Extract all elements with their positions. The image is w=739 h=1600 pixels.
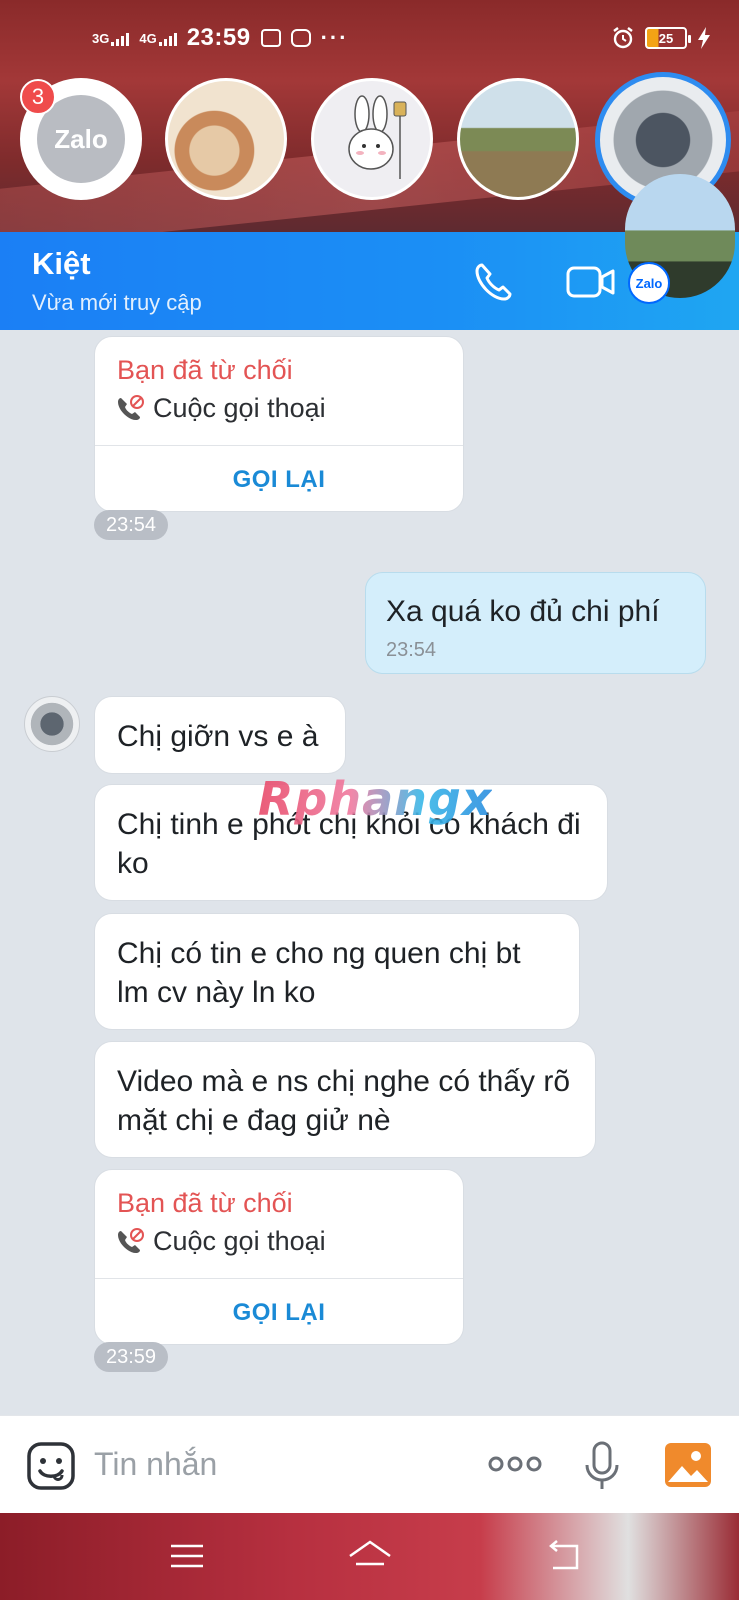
bunny-avatar-icon xyxy=(348,95,407,179)
chat-head-avatar[interactable] xyxy=(457,78,579,200)
sender-avatar[interactable] xyxy=(24,696,80,752)
microphone-icon xyxy=(585,1441,619,1489)
network-4g-label: 4G xyxy=(139,30,157,46)
chat-heads-bar: Zalo xyxy=(0,72,739,208)
clock: 23:59 xyxy=(186,24,251,51)
missed-call-subtitle-text: Cuộc gọi thoại xyxy=(153,1226,326,1256)
gallery-notification-icon xyxy=(260,29,281,47)
message-timestamp: 23:59 xyxy=(94,1342,169,1372)
network-3g-label: 3G xyxy=(92,30,110,46)
status-bar: 3G 4G 23:59 ··· 25 xyxy=(0,0,739,80)
more-notifications-icon: ··· xyxy=(320,25,349,50)
incoming-message[interactable]: Chị giỡn vs e à xyxy=(94,696,346,774)
message-list[interactable]: Bạn đã từ chối Cuộc gọi thoại GỌI LẠI 23… xyxy=(0,330,739,1415)
more-options-button[interactable] xyxy=(486,1444,544,1484)
missed-call-card: Bạn đã từ chối Cuộc gọi thoại GỌI LẠI xyxy=(94,336,464,512)
sticker-button[interactable] xyxy=(26,1441,76,1491)
charging-icon xyxy=(698,27,710,49)
video-camera-icon xyxy=(566,266,615,298)
watermark: Rphangx xyxy=(258,772,493,826)
more-dots-icon xyxy=(488,1456,542,1472)
call-back-button[interactable]: GỌI LẠI xyxy=(95,1279,463,1346)
missed-call-subtitle-text: Cuộc gọi thoại xyxy=(153,393,326,423)
image-icon xyxy=(665,1443,711,1487)
outgoing-message-time: 23:54 xyxy=(386,639,437,661)
call-back-button[interactable]: GỌI LẠI xyxy=(95,446,463,513)
unread-count-badge: 3 xyxy=(20,79,56,115)
zalo-notification-icon xyxy=(290,29,311,47)
status-bar-left: 3G 4G 23:59 ··· xyxy=(92,24,349,52)
home-icon xyxy=(349,1540,391,1566)
alarm-icon xyxy=(613,27,633,49)
outgoing-message[interactable]: Xa quá ko đủ chi phí 23:54 xyxy=(365,572,706,674)
outgoing-message-text: Xa quá ko đủ chi phí xyxy=(386,595,660,628)
voice-call-button[interactable] xyxy=(468,257,518,307)
back-button[interactable] xyxy=(538,1533,588,1579)
missed-call-title: Bạn đã từ chối xyxy=(117,355,293,385)
declined-call-icon xyxy=(118,1227,144,1253)
incoming-message[interactable]: Chị có tin e cho ng quen chị bt lm cv nà… xyxy=(94,913,580,1030)
message-input-bar: Tin nhắn xyxy=(0,1415,739,1513)
home-button[interactable] xyxy=(345,1533,395,1579)
recent-apps-button[interactable] xyxy=(162,1533,212,1579)
message-timestamp: 23:54 xyxy=(94,510,169,540)
send-photo-button[interactable] xyxy=(664,1442,712,1488)
missed-call-title: Bạn đã từ chối xyxy=(117,1188,293,1218)
missed-call-subtitle: Cuộc gọi thoại xyxy=(115,393,326,424)
system-navigation-bar xyxy=(0,1513,739,1600)
contact-name[interactable]: Kiệt xyxy=(32,246,91,282)
chat-head-avatar[interactable] xyxy=(311,78,433,200)
chat-head-avatar[interactable] xyxy=(165,78,287,200)
video-call-button[interactable] xyxy=(566,257,616,307)
network-4g-indicator: 4G xyxy=(139,30,177,46)
battery-icon: 25 xyxy=(645,27,691,49)
back-icon xyxy=(549,1540,579,1570)
signal-icon xyxy=(158,32,177,46)
contact-status: Vừa mới truy cập xyxy=(32,290,202,315)
menu-icon xyxy=(171,1544,203,1568)
battery-level: 25 xyxy=(658,30,674,46)
missed-call-card: Bạn đã từ chối Cuộc gọi thoại GỌI LẠI xyxy=(94,1169,464,1345)
status-bar-right: 25 xyxy=(611,26,711,50)
smiley-icon xyxy=(27,1442,75,1490)
message-input[interactable]: Tin nhắn xyxy=(94,1446,217,1483)
incoming-message[interactable]: Video mà e ns chị nghe có thấy rõ mặt ch… xyxy=(94,1041,596,1158)
phone-icon xyxy=(475,263,512,301)
voice-message-button[interactable] xyxy=(582,1440,622,1492)
zalo-badge-icon: Zalo xyxy=(628,262,670,304)
declined-call-icon xyxy=(118,394,144,420)
network-3g-indicator: 3G xyxy=(92,30,130,46)
signal-icon xyxy=(111,32,130,46)
missed-call-subtitle: Cuộc gọi thoại xyxy=(115,1226,326,1257)
